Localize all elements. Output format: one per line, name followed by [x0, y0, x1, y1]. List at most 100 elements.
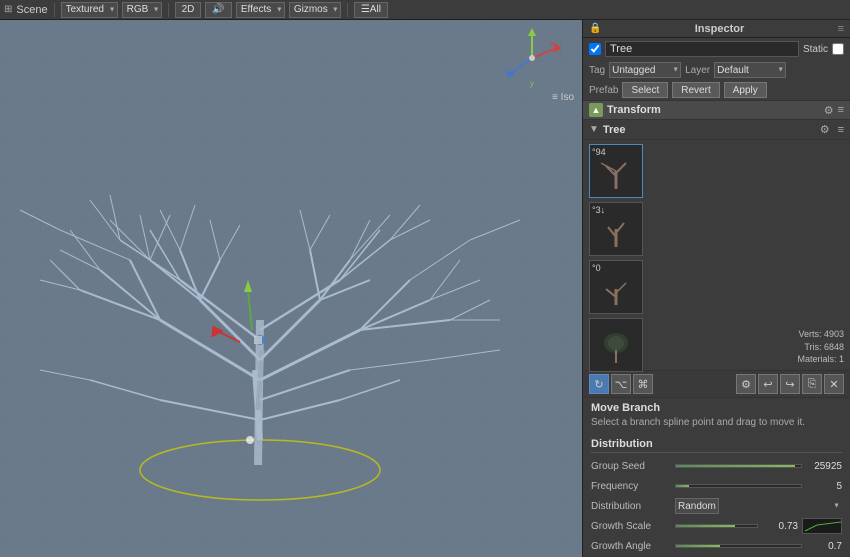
thumbnail-svg-2	[596, 209, 636, 249]
frequency-value: 5	[806, 481, 842, 492]
tag-dropdown[interactable]: Untagged	[609, 62, 681, 78]
sound-button[interactable]: 🔊	[205, 2, 231, 18]
frequency-fill	[676, 485, 689, 487]
undo-tool-btn[interactable]: ↩	[758, 374, 778, 394]
param-row-frequency: Frequency 5	[591, 477, 842, 495]
inspector-panel: 🔒 Inspector ≡ Static Tag Untagged Layer …	[582, 20, 850, 557]
refresh-tool-btn[interactable]: ↻	[589, 374, 609, 394]
layer-select-wrapper[interactable]: Default	[714, 62, 786, 78]
thumbnail-num-2: °3↓	[592, 205, 605, 215]
scene-3d	[0, 20, 582, 557]
effects-dropdown[interactable]: Effects	[236, 2, 285, 18]
tag-label: Tag	[589, 65, 605, 76]
revert-button[interactable]: Revert	[672, 82, 719, 98]
tree-svg	[0, 20, 582, 557]
iso-label: ≡ Iso	[552, 92, 574, 103]
prefab-row: Prefab Select Revert Apply	[583, 80, 850, 100]
colorspace-select-wrapper[interactable]: RGB	[122, 2, 162, 18]
object-active-checkbox[interactable]	[589, 43, 601, 55]
select-button[interactable]: Select	[622, 82, 668, 98]
separator2	[168, 3, 169, 17]
inspector-lock-icon: 🔒	[589, 23, 601, 34]
branch-tool-btn[interactable]: ⌥	[611, 374, 631, 394]
transform-icon: ▲	[589, 103, 603, 117]
inspector-header: 🔒 Inspector ≡	[583, 20, 850, 38]
shading-select-wrapper[interactable]: Textured	[61, 2, 118, 18]
separator	[54, 3, 55, 17]
main-content: y x z ≡ Iso 🔒 Inspector ≡ Static Tag	[0, 20, 850, 557]
apply-button[interactable]: Apply	[724, 82, 767, 98]
distribution-title: Distribution	[591, 438, 842, 453]
verts-label: Verts: 4903	[797, 328, 844, 341]
frequency-slider[interactable]	[675, 484, 802, 488]
distribution-dropdown[interactable]: Random Uniform Whorled	[675, 498, 719, 514]
transform-menu-icon[interactable]: ≡	[838, 104, 844, 116]
growth-angle-slider[interactable]	[675, 544, 802, 548]
shading-dropdown[interactable]: Textured	[61, 2, 118, 18]
materials-label: Materials: 1	[797, 353, 844, 366]
copy-tool-btn[interactable]: ⎘	[802, 374, 822, 394]
object-header-row: Static	[583, 38, 850, 60]
effects-select-wrapper[interactable]: Effects	[236, 2, 285, 18]
top-bar: ⊞ Scene Textured RGB 2D 🔊 Effects Gizmos…	[0, 0, 850, 20]
growth-scale-value: 0.73	[762, 521, 798, 532]
distribution-section: Distribution Group Seed 25925 Frequency …	[583, 434, 850, 557]
tree-thumbnails-area: °94 °3↓	[583, 140, 850, 370]
delete-tool-btn[interactable]: ✕	[824, 374, 844, 394]
gizmo: y x z	[502, 28, 562, 88]
colorspace-dropdown[interactable]: RGB	[122, 2, 162, 18]
thumbnail-svg-3	[596, 267, 636, 307]
transform-gear-icon[interactable]: ⚙	[824, 104, 834, 117]
thumbnail-num-1: °94	[592, 147, 606, 157]
growth-scale-label: Growth Scale	[591, 521, 671, 532]
param-row-growth-angle: Growth Angle 0.7	[591, 537, 842, 555]
group-seed-fill	[676, 465, 795, 467]
tree-collapse-icon[interactable]: ▼	[589, 124, 599, 135]
layer-label: Layer	[685, 65, 710, 76]
tag-select-wrapper[interactable]: Untagged	[609, 62, 681, 78]
thumbnail-item-2[interactable]: °3↓	[589, 202, 643, 256]
move-branch-title: Move Branch	[591, 402, 842, 414]
tree-section-header: ▼ Tree ⚙ ≡	[583, 120, 850, 140]
svg-text:y: y	[530, 79, 534, 88]
tool-group-main: ↻ ⌥ ⌘	[589, 374, 653, 394]
distribution-select-wrapper[interactable]: Random Uniform Whorled	[675, 498, 842, 514]
prefab-label: Prefab	[589, 85, 618, 96]
transform-section-header: ▲ Transform ⚙ ≡	[583, 100, 850, 120]
growth-scale-curve[interactable]	[802, 518, 842, 534]
param-row-group-seed: Group Seed 25925	[591, 457, 842, 475]
object-name-input[interactable]	[605, 41, 799, 57]
tree-gear-icon[interactable]: ⚙	[820, 123, 830, 136]
thumbnail-svg-1	[596, 151, 636, 191]
verts-info: Verts: 4903 Tris: 6848 Materials: 1	[797, 328, 844, 366]
growth-scale-slider[interactable]	[675, 524, 758, 528]
scene-view[interactable]: y x z ≡ Iso	[0, 20, 582, 557]
inspector-title: Inspector	[695, 23, 745, 35]
inspector-menu-icon: ≡	[838, 23, 844, 35]
leaf-tool-btn[interactable]: ⌘	[633, 374, 653, 394]
growth-angle-value: 0.7	[806, 541, 842, 552]
param-row-growth-scale: Growth Scale 0.73	[591, 517, 842, 535]
transform-title: Transform	[607, 104, 820, 116]
thumbnail-svg-4	[596, 325, 636, 365]
growth-angle-label: Growth Angle	[591, 541, 671, 552]
group-seed-slider[interactable]	[675, 464, 802, 468]
growth-scale-fill	[676, 525, 735, 527]
param-row-distribution: Distribution Random Uniform Whorled	[591, 497, 842, 515]
gizmos-select-wrapper[interactable]: Gizmos	[289, 2, 341, 18]
thumbnail-item-4[interactable]	[589, 318, 643, 372]
redo-tool-btn[interactable]: ↪	[780, 374, 800, 394]
thumbnail-item-3[interactable]: °0	[589, 260, 643, 314]
dim-2d-button[interactable]: 2D	[175, 2, 202, 18]
all-button[interactable]: ☰All	[354, 2, 388, 18]
scene-label: Scene	[16, 4, 47, 16]
svg-text:x: x	[550, 39, 554, 48]
thumbnail-item-1[interactable]: °94	[589, 144, 643, 198]
svg-text:z: z	[504, 64, 508, 73]
frequency-label: Frequency	[591, 481, 671, 492]
static-checkbox[interactable]	[832, 43, 844, 55]
tree-menu-icon[interactable]: ≡	[838, 124, 844, 136]
settings-tool-btn[interactable]: ⚙	[736, 374, 756, 394]
gizmos-dropdown[interactable]: Gizmos	[289, 2, 341, 18]
layer-dropdown[interactable]: Default	[714, 62, 786, 78]
